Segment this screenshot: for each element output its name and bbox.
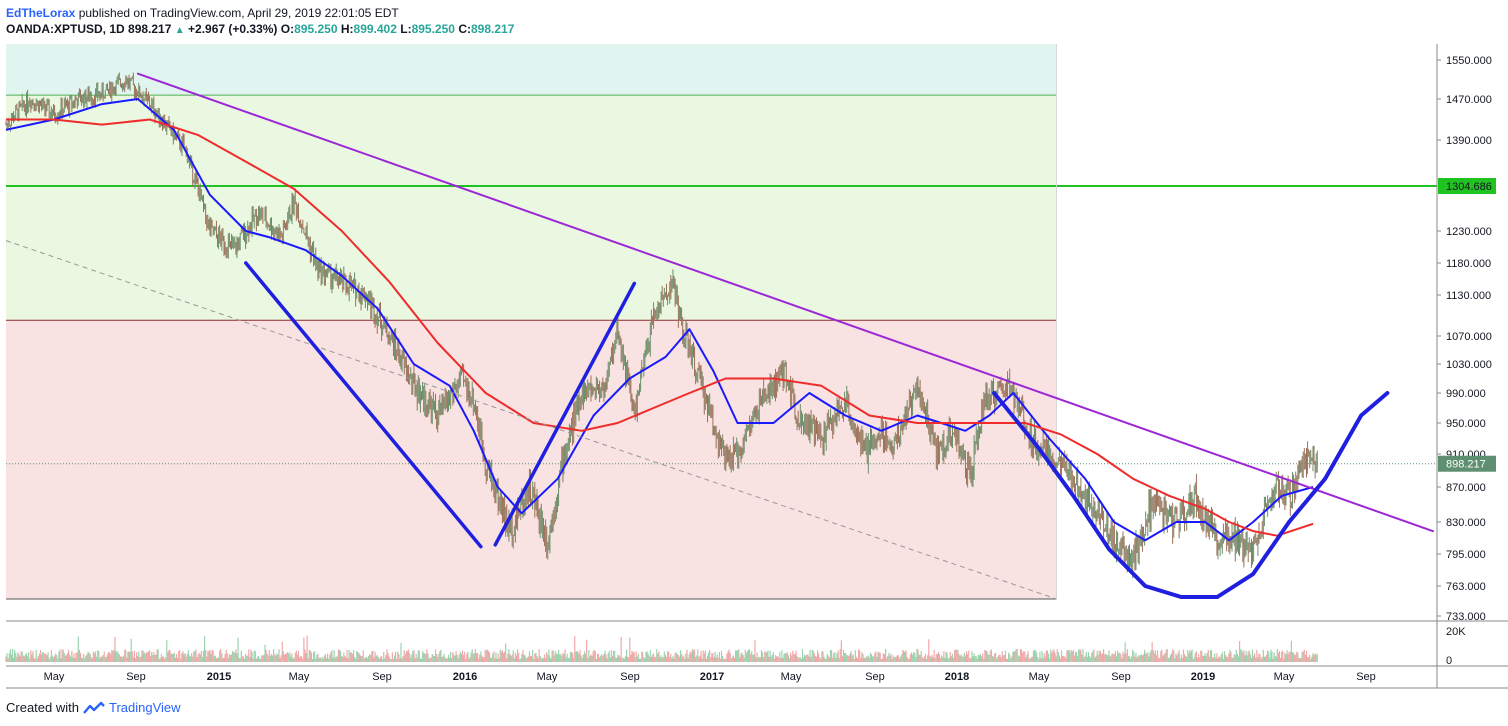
time-tick-label: May xyxy=(289,671,310,683)
price-tick-label: 990.000 xyxy=(1446,388,1486,400)
time-tick-label: 2019 xyxy=(1191,671,1215,683)
time-tick-label: May xyxy=(1029,671,1050,683)
tradingview-brand[interactable]: TradingView xyxy=(109,700,181,715)
price-chart[interactable]: 1550.000 1470.000 1390.000 1304.686 1230.000… xyxy=(0,0,1508,726)
price-tick-label: 1130.000 xyxy=(1446,290,1491,302)
time-tick-label: May xyxy=(781,671,802,683)
price-tick-label: 1070.000 xyxy=(1446,331,1492,343)
price-tick-label: 1304.686 xyxy=(1446,181,1492,193)
price-tick-label: 733.000 xyxy=(1446,611,1486,623)
volume-tick-label: 20K xyxy=(1446,626,1466,638)
time-tick-label: May xyxy=(537,671,558,683)
price-tick-label: 763.000 xyxy=(1446,581,1486,593)
time-tick-label: Sep xyxy=(620,671,640,683)
time-tick-label: Sep xyxy=(1356,671,1376,683)
price-tick-label: 830.000 xyxy=(1446,517,1486,529)
price-tick-label: 1030.000 xyxy=(1446,359,1492,371)
price-tick-label: 870.000 xyxy=(1446,482,1486,494)
price-tick-label: 1390.000 xyxy=(1446,135,1492,147)
zone-top xyxy=(6,44,1057,96)
created-with-text: Created with xyxy=(6,700,79,715)
time-tick-label: Sep xyxy=(1111,671,1131,683)
time-tick-label: May xyxy=(1274,671,1295,683)
zone-low xyxy=(6,320,1057,599)
time-tick-label: Sep xyxy=(372,671,392,683)
tradingview-logo-icon xyxy=(83,701,105,714)
time-tick-label: Sep xyxy=(126,671,146,683)
price-tick-label: 898.217 xyxy=(1446,459,1486,471)
time-tick-label: 2015 xyxy=(207,671,231,683)
time-tick-label: 2017 xyxy=(700,671,724,683)
time-tick-label: May xyxy=(44,671,65,683)
price-tick-label: 1180.000 xyxy=(1446,258,1491,270)
price-tick-label: 1470.000 xyxy=(1446,94,1492,106)
time-tick-label: 2016 xyxy=(453,671,477,683)
price-tick-label: 795.000 xyxy=(1446,549,1486,561)
chart-footer: Created with TradingView xyxy=(6,700,181,715)
time-tick-label: Sep xyxy=(865,671,885,683)
price-tick-label: 950.000 xyxy=(1446,418,1486,430)
price-tick-label: 1230.000 xyxy=(1446,226,1492,238)
time-tick-label: 2018 xyxy=(945,671,969,683)
volume-tick-label: 0 xyxy=(1446,655,1452,667)
price-tick-label: 1550.000 xyxy=(1446,55,1492,67)
